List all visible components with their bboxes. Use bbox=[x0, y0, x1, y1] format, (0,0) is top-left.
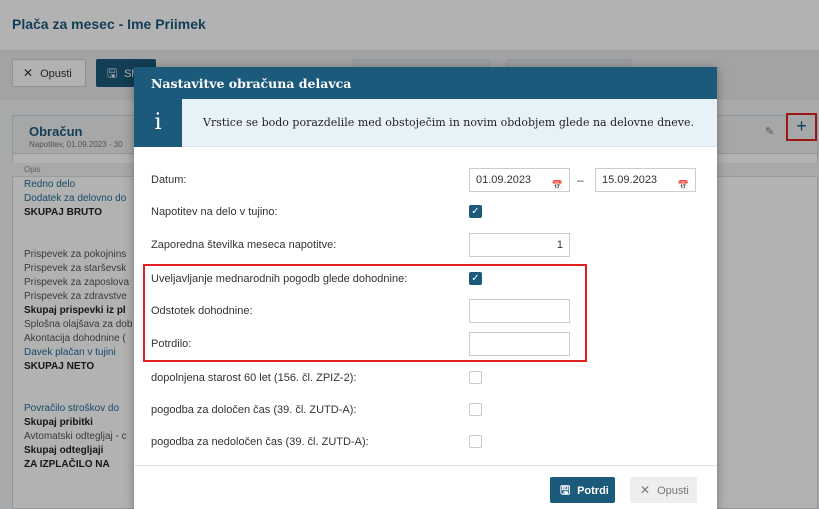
info-box: i Vrstice se bodo porazdelile med obstoj… bbox=[134, 99, 717, 147]
date-separator: – bbox=[577, 173, 584, 187]
date-to-input[interactable]: 15.09.2023 📅 bbox=[595, 168, 696, 192]
date-from-input[interactable]: 01.09.2023 📅 bbox=[469, 168, 570, 192]
fixed-term-checkbox[interactable] bbox=[469, 403, 482, 416]
info-icon: i bbox=[134, 99, 182, 147]
month-number-label: Zaporedna številka meseca napotitve: bbox=[151, 239, 337, 251]
calendar-icon[interactable]: 📅 bbox=[552, 174, 563, 196]
modal-footer: 🖫 Potrdi ✕ Opusti bbox=[134, 465, 717, 509]
close-icon: ✕ bbox=[640, 483, 651, 497]
modal-cancel-button[interactable]: ✕ Opusti bbox=[630, 477, 697, 503]
posting-abroad-checkbox[interactable]: ✓ bbox=[469, 205, 482, 218]
modal-title: Nastavitve obračuna delavca bbox=[151, 76, 352, 91]
indefinite-label: pogodba za nedoločen čas (39. čl. ZUTD-A… bbox=[151, 436, 369, 448]
info-text: Vrstice se bodo porazdelile med obstoječ… bbox=[203, 116, 694, 129]
save-icon: 🖫 bbox=[560, 483, 571, 497]
confirm-button[interactable]: 🖫 Potrdi bbox=[550, 477, 615, 503]
modal-header: Nastavitve obračuna delavca bbox=[134, 67, 717, 99]
indefinite-checkbox[interactable] bbox=[469, 435, 482, 448]
month-number-input[interactable]: 1 bbox=[469, 233, 570, 257]
date-label: Datum: bbox=[151, 174, 187, 186]
age60-checkbox[interactable] bbox=[469, 371, 482, 384]
highlight-frame bbox=[143, 264, 587, 362]
calendar-icon[interactable]: 📅 bbox=[678, 174, 689, 196]
check-icon: ✓ bbox=[471, 206, 480, 217]
posting-abroad-label: Napotitev na delo v tujino: bbox=[151, 206, 278, 218]
fixed-term-label: pogodba za določen čas (39. čl. ZUTD-A): bbox=[151, 404, 357, 416]
age60-label: dopolnjena starost 60 let (156. čl. ZPIZ… bbox=[151, 372, 357, 384]
